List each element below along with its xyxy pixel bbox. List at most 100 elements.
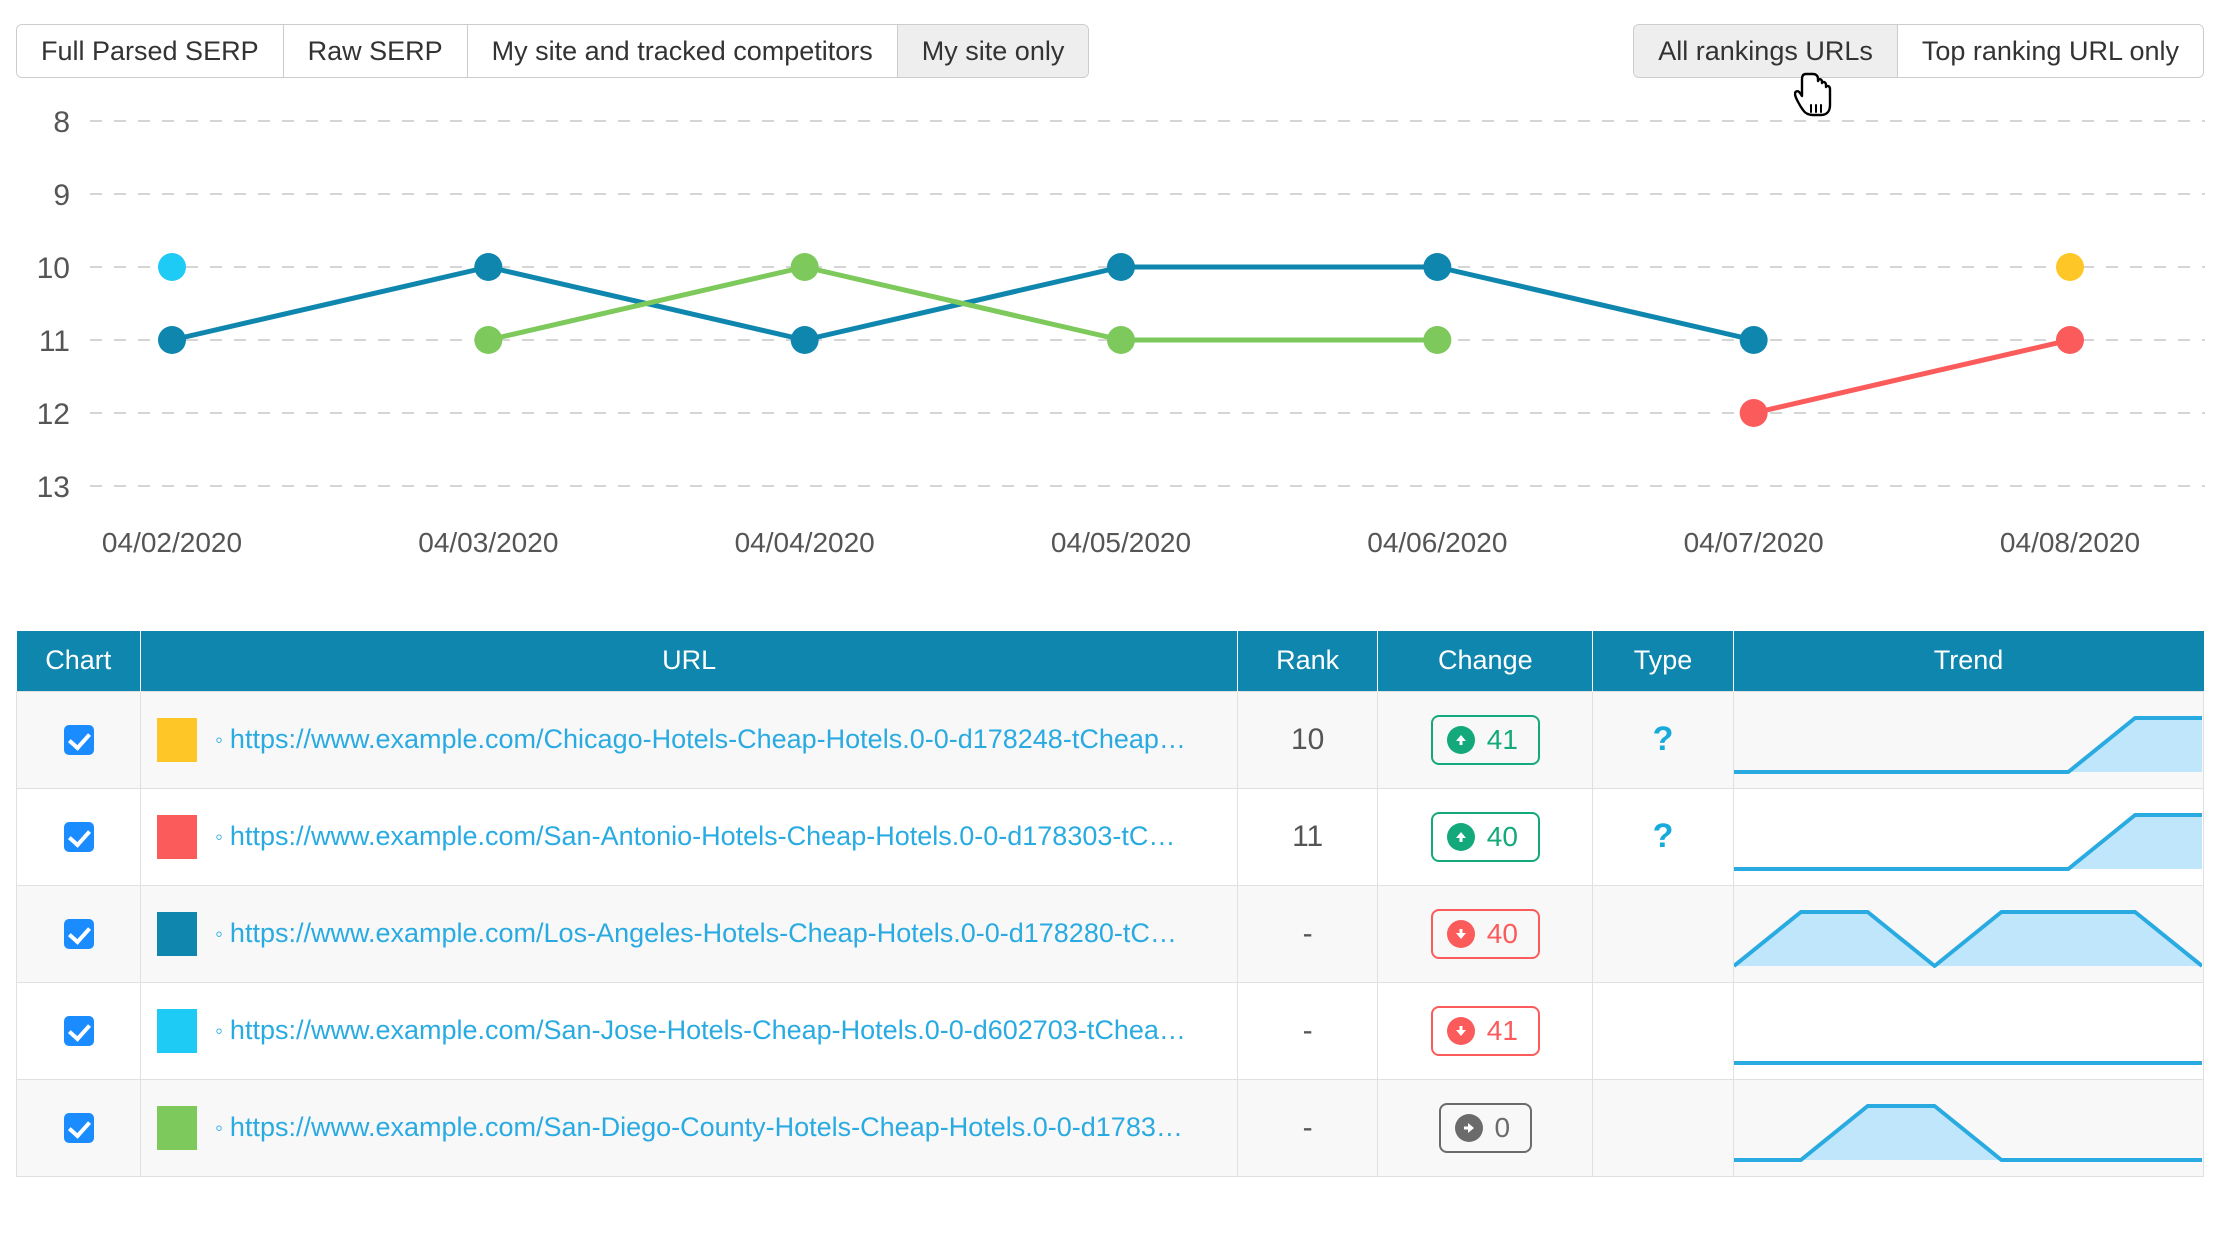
chart-data-point[interactable] xyxy=(790,326,819,354)
chart-data-point[interactable] xyxy=(1423,326,1452,354)
rank-value: - xyxy=(1302,1110,1313,1144)
change-badge: 40 xyxy=(1430,811,1540,862)
series-color-swatch xyxy=(157,717,198,762)
change-badge: 40 xyxy=(1430,908,1540,959)
x-axis-tick-2: 04/04/2020 xyxy=(735,527,875,558)
column-header-rank[interactable]: Rank xyxy=(1237,631,1379,691)
change-value: 40 xyxy=(1486,917,1518,949)
column-header-trend[interactable]: Trend xyxy=(1733,631,2204,691)
serp-view-button-0[interactable]: Full Parsed SERP xyxy=(17,25,284,77)
url-link[interactable]: https://www.example.com/Chicago-Hotels-C… xyxy=(230,724,1190,755)
chart-series-line-3 xyxy=(1751,337,2073,416)
change-value: 0 xyxy=(1494,1111,1511,1143)
url-scope-button-group: All rankings URLs Top ranking URL only xyxy=(1633,24,2204,78)
change-value: 40 xyxy=(1486,820,1518,852)
serp-view-button-group: Full Parsed SERP Raw SERP My site and trac… xyxy=(16,24,1090,78)
rank-cell: 11 xyxy=(1237,787,1379,886)
series-color-swatch xyxy=(157,1008,198,1053)
series-color-swatch xyxy=(157,814,198,859)
column-header-url[interactable]: URL xyxy=(140,631,1239,691)
chart-data-point[interactable] xyxy=(1423,253,1452,281)
x-axis-tick-3: 04/05/2020 xyxy=(1051,527,1191,558)
chart-data-point[interactable] xyxy=(158,253,186,281)
chart-data-point[interactable] xyxy=(1107,326,1135,354)
change-badge: 0 xyxy=(1438,1102,1533,1153)
chart-data-point[interactable] xyxy=(1739,326,1768,354)
chart-checkbox[interactable] xyxy=(63,918,94,949)
url-link[interactable]: https://www.example.com/San-Diego-County… xyxy=(230,1112,1190,1143)
rank-value: 10 xyxy=(1290,722,1325,756)
chart-checkbox[interactable] xyxy=(63,821,94,852)
rank-cell: - xyxy=(1237,981,1379,1080)
trend-sparkline xyxy=(1733,983,2203,1079)
chart-data-point[interactable] xyxy=(474,253,503,281)
external-link-icon: ◦ xyxy=(215,1017,223,1043)
toolbar: Full Parsed SERP Raw SERP My site and trac… xyxy=(0,0,2220,117)
y-axis-tick-8: 8 xyxy=(53,106,70,139)
url-link[interactable]: https://www.example.com/San-Antonio-Hote… xyxy=(230,821,1190,852)
chart-data-point[interactable] xyxy=(790,253,819,281)
change-cell: 40 xyxy=(1377,787,1594,886)
trend-cell xyxy=(1733,690,2205,789)
change-down-arrow-icon xyxy=(1446,919,1475,948)
chart-data-point[interactable] xyxy=(1107,253,1135,281)
change-cell: 41 xyxy=(1377,690,1594,789)
trend-cell xyxy=(1733,787,2205,886)
series-color-swatch xyxy=(157,1105,198,1150)
change-up-arrow-icon xyxy=(1446,822,1475,851)
chart-toggle-cell xyxy=(15,1078,142,1177)
unknown-type-icon[interactable]: ? xyxy=(1653,720,1674,758)
type-cell xyxy=(1592,981,1734,1080)
url-link[interactable]: https://www.example.com/Los-Angeles-Hote… xyxy=(230,918,1190,949)
type-cell: ? xyxy=(1592,787,1734,886)
y-axis-tick-11: 11 xyxy=(39,325,70,358)
serp-view-button-2[interactable]: My site and tracked competitors xyxy=(467,25,898,77)
x-axis-tick-0: 04/02/2020 xyxy=(102,527,242,558)
rank-value: - xyxy=(1302,916,1313,950)
external-link-icon: ◦ xyxy=(215,1114,223,1140)
chart-series-line-1 xyxy=(485,264,1440,343)
url-cell: ◦ https://www.example.com/San-Jose-Hotels… xyxy=(140,981,1239,1080)
y-axis-tick-13: 13 xyxy=(37,471,70,504)
table-body: ◦ https://www.example.com/Chicago-Hotels-… xyxy=(15,690,2205,1177)
chart-data-point[interactable] xyxy=(2056,326,2084,354)
chart-checkbox[interactable] xyxy=(63,724,94,755)
rankings-table-wrapper: Chart URL Rank Change Type Trend ◦ https:… xyxy=(0,631,2220,1177)
chart-checkbox[interactable] xyxy=(63,1015,94,1046)
y-axis-tick-9: 9 xyxy=(53,179,70,212)
trend-sparkline xyxy=(1733,789,2203,885)
column-header-chart[interactable]: Chart xyxy=(16,631,142,691)
change-cell: 0 xyxy=(1377,1078,1594,1177)
chart-data-point[interactable] xyxy=(474,326,503,354)
url-scope-button-1[interactable]: Top ranking URL only xyxy=(1897,25,2203,77)
chart-toggle-cell xyxy=(15,787,142,886)
table-row: ◦ https://www.example.com/San-Antonio-Hot… xyxy=(15,787,2205,886)
table-header: Chart URL Rank Change Type Trend xyxy=(16,631,2204,691)
change-flat-arrow-icon xyxy=(1454,1113,1483,1142)
y-axis-tick-12: 12 xyxy=(37,398,70,431)
trend-cell xyxy=(1733,981,2205,1080)
chart-toggle-cell xyxy=(15,690,142,789)
table-row: ◦ https://www.example.com/San-Jose-Hotels… xyxy=(15,981,2205,1080)
x-axis-tick-6: 04/08/2020 xyxy=(2000,527,2140,558)
rankings-table: Chart URL Rank Change Type Trend ◦ https:… xyxy=(15,631,2205,1177)
chart-data-point[interactable] xyxy=(2056,253,2084,281)
type-cell xyxy=(1592,1078,1734,1177)
chart-toggle-cell xyxy=(15,884,142,983)
serp-view-button-3[interactable]: My site only xyxy=(897,25,1089,77)
rank-cell: 10 xyxy=(1237,690,1379,789)
chart-data-point[interactable] xyxy=(158,326,186,354)
y-axis-tick-10: 10 xyxy=(37,252,70,285)
unknown-type-icon[interactable]: ? xyxy=(1653,817,1674,855)
url-scope-button-0[interactable]: All rankings URLs xyxy=(1634,25,1898,77)
url-cell: ◦ https://www.example.com/Los-Angeles-Hot… xyxy=(140,884,1239,983)
url-cell: ◦ https://www.example.com/Chicago-Hotels-… xyxy=(140,690,1239,789)
url-link[interactable]: https://www.example.com/San-Jose-Hotels-… xyxy=(230,1015,1190,1046)
column-header-type[interactable]: Type xyxy=(1592,631,1734,691)
column-header-change[interactable]: Change xyxy=(1377,631,1594,691)
external-link-icon: ◦ xyxy=(215,823,223,849)
table-header-row: Chart URL Rank Change Type Trend xyxy=(16,631,2204,691)
chart-checkbox[interactable] xyxy=(63,1112,94,1143)
serp-view-button-1[interactable]: Raw SERP xyxy=(283,25,468,77)
chart-data-point[interactable] xyxy=(1739,399,1768,427)
